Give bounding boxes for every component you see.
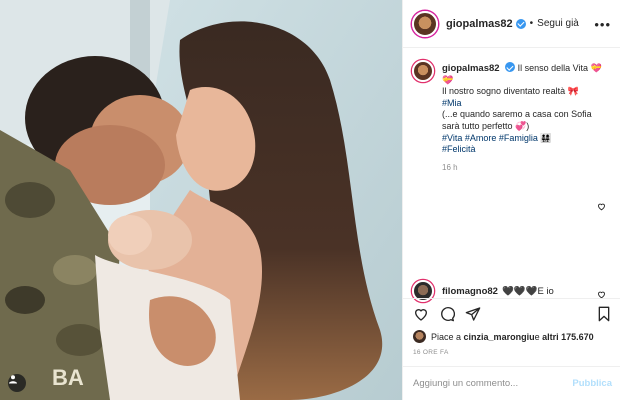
caption-line-3: Il nostro sogno diventato realtà 🎀 bbox=[442, 86, 579, 97]
likes-middle: e bbox=[534, 331, 540, 342]
heart-icon[interactable] bbox=[597, 286, 606, 304]
share-icon[interactable] bbox=[465, 306, 481, 327]
likes-prefix: Piace a bbox=[431, 331, 462, 342]
caption-avatar[interactable] bbox=[412, 60, 434, 82]
svg-text:BA: BA bbox=[52, 365, 84, 390]
hashtag-link[interactable]: #Felicità bbox=[442, 144, 610, 156]
comment-icon[interactable] bbox=[439, 306, 456, 327]
caption-line-6: sarà tutto perfetto 💞) bbox=[442, 120, 530, 131]
avatar[interactable] bbox=[412, 10, 438, 37]
caption-line-1: Il senso della Vita 💝 bbox=[517, 63, 602, 73]
post-side-panel: giopalmas82 • Segui già ••• giopalmas82 … bbox=[402, 0, 620, 400]
add-comment-input[interactable]: Aggiungi un commento... bbox=[413, 378, 518, 389]
caption-username[interactable]: giopalmas82 bbox=[442, 63, 500, 74]
post-caption: giopalmas82 Il senso della Vita 💝 💝 Il n… bbox=[412, 60, 614, 173]
avatar[interactable] bbox=[413, 330, 426, 343]
publish-button[interactable]: Pubblica bbox=[572, 378, 612, 389]
heart-icon[interactable] bbox=[413, 306, 429, 327]
divider bbox=[403, 298, 620, 299]
likes-user-link[interactable]: cinzia_marongiu bbox=[464, 332, 535, 342]
more-icon[interactable]: ••• bbox=[594, 17, 611, 32]
caption-line-5: (...e quando saremo a casa con Sofia bbox=[442, 109, 592, 120]
photo-illustration: BA bbox=[0, 0, 402, 400]
dot-separator: • bbox=[529, 18, 534, 29]
caption-time: 16 h bbox=[442, 162, 458, 172]
hashtag-links[interactable]: #Vita #Amore #Famiglia 👨‍👩‍👧‍👧 bbox=[442, 133, 610, 145]
action-bar bbox=[413, 306, 613, 326]
likes-summary: Piace a cinzia_marongiu e altri 175.670 bbox=[413, 330, 613, 343]
likes-count-link[interactable]: altri 175.670 bbox=[542, 332, 594, 342]
divider bbox=[403, 366, 620, 367]
post-header: giopalmas82 • Segui già ••• bbox=[403, 0, 620, 48]
comment-text: 🖤🖤🖤E io bbox=[501, 285, 554, 297]
follow-button[interactable]: Segui già bbox=[537, 18, 579, 29]
caption-line-2: 💝 bbox=[442, 74, 454, 85]
heart-icon[interactable] bbox=[597, 198, 606, 216]
bookmark-icon[interactable] bbox=[597, 306, 611, 327]
verified-icon bbox=[505, 62, 516, 72]
comment-username[interactable]: filomagno82 bbox=[442, 286, 498, 297]
hashtag-link[interactable]: #Mia bbox=[442, 98, 610, 110]
post-photo[interactable]: BA bbox=[0, 0, 402, 400]
tag-users-icon[interactable] bbox=[8, 374, 26, 392]
post-date: 16 ORE FA bbox=[413, 349, 449, 356]
verified-icon bbox=[515, 18, 526, 29]
author-username[interactable]: giopalmas82 bbox=[446, 18, 513, 30]
